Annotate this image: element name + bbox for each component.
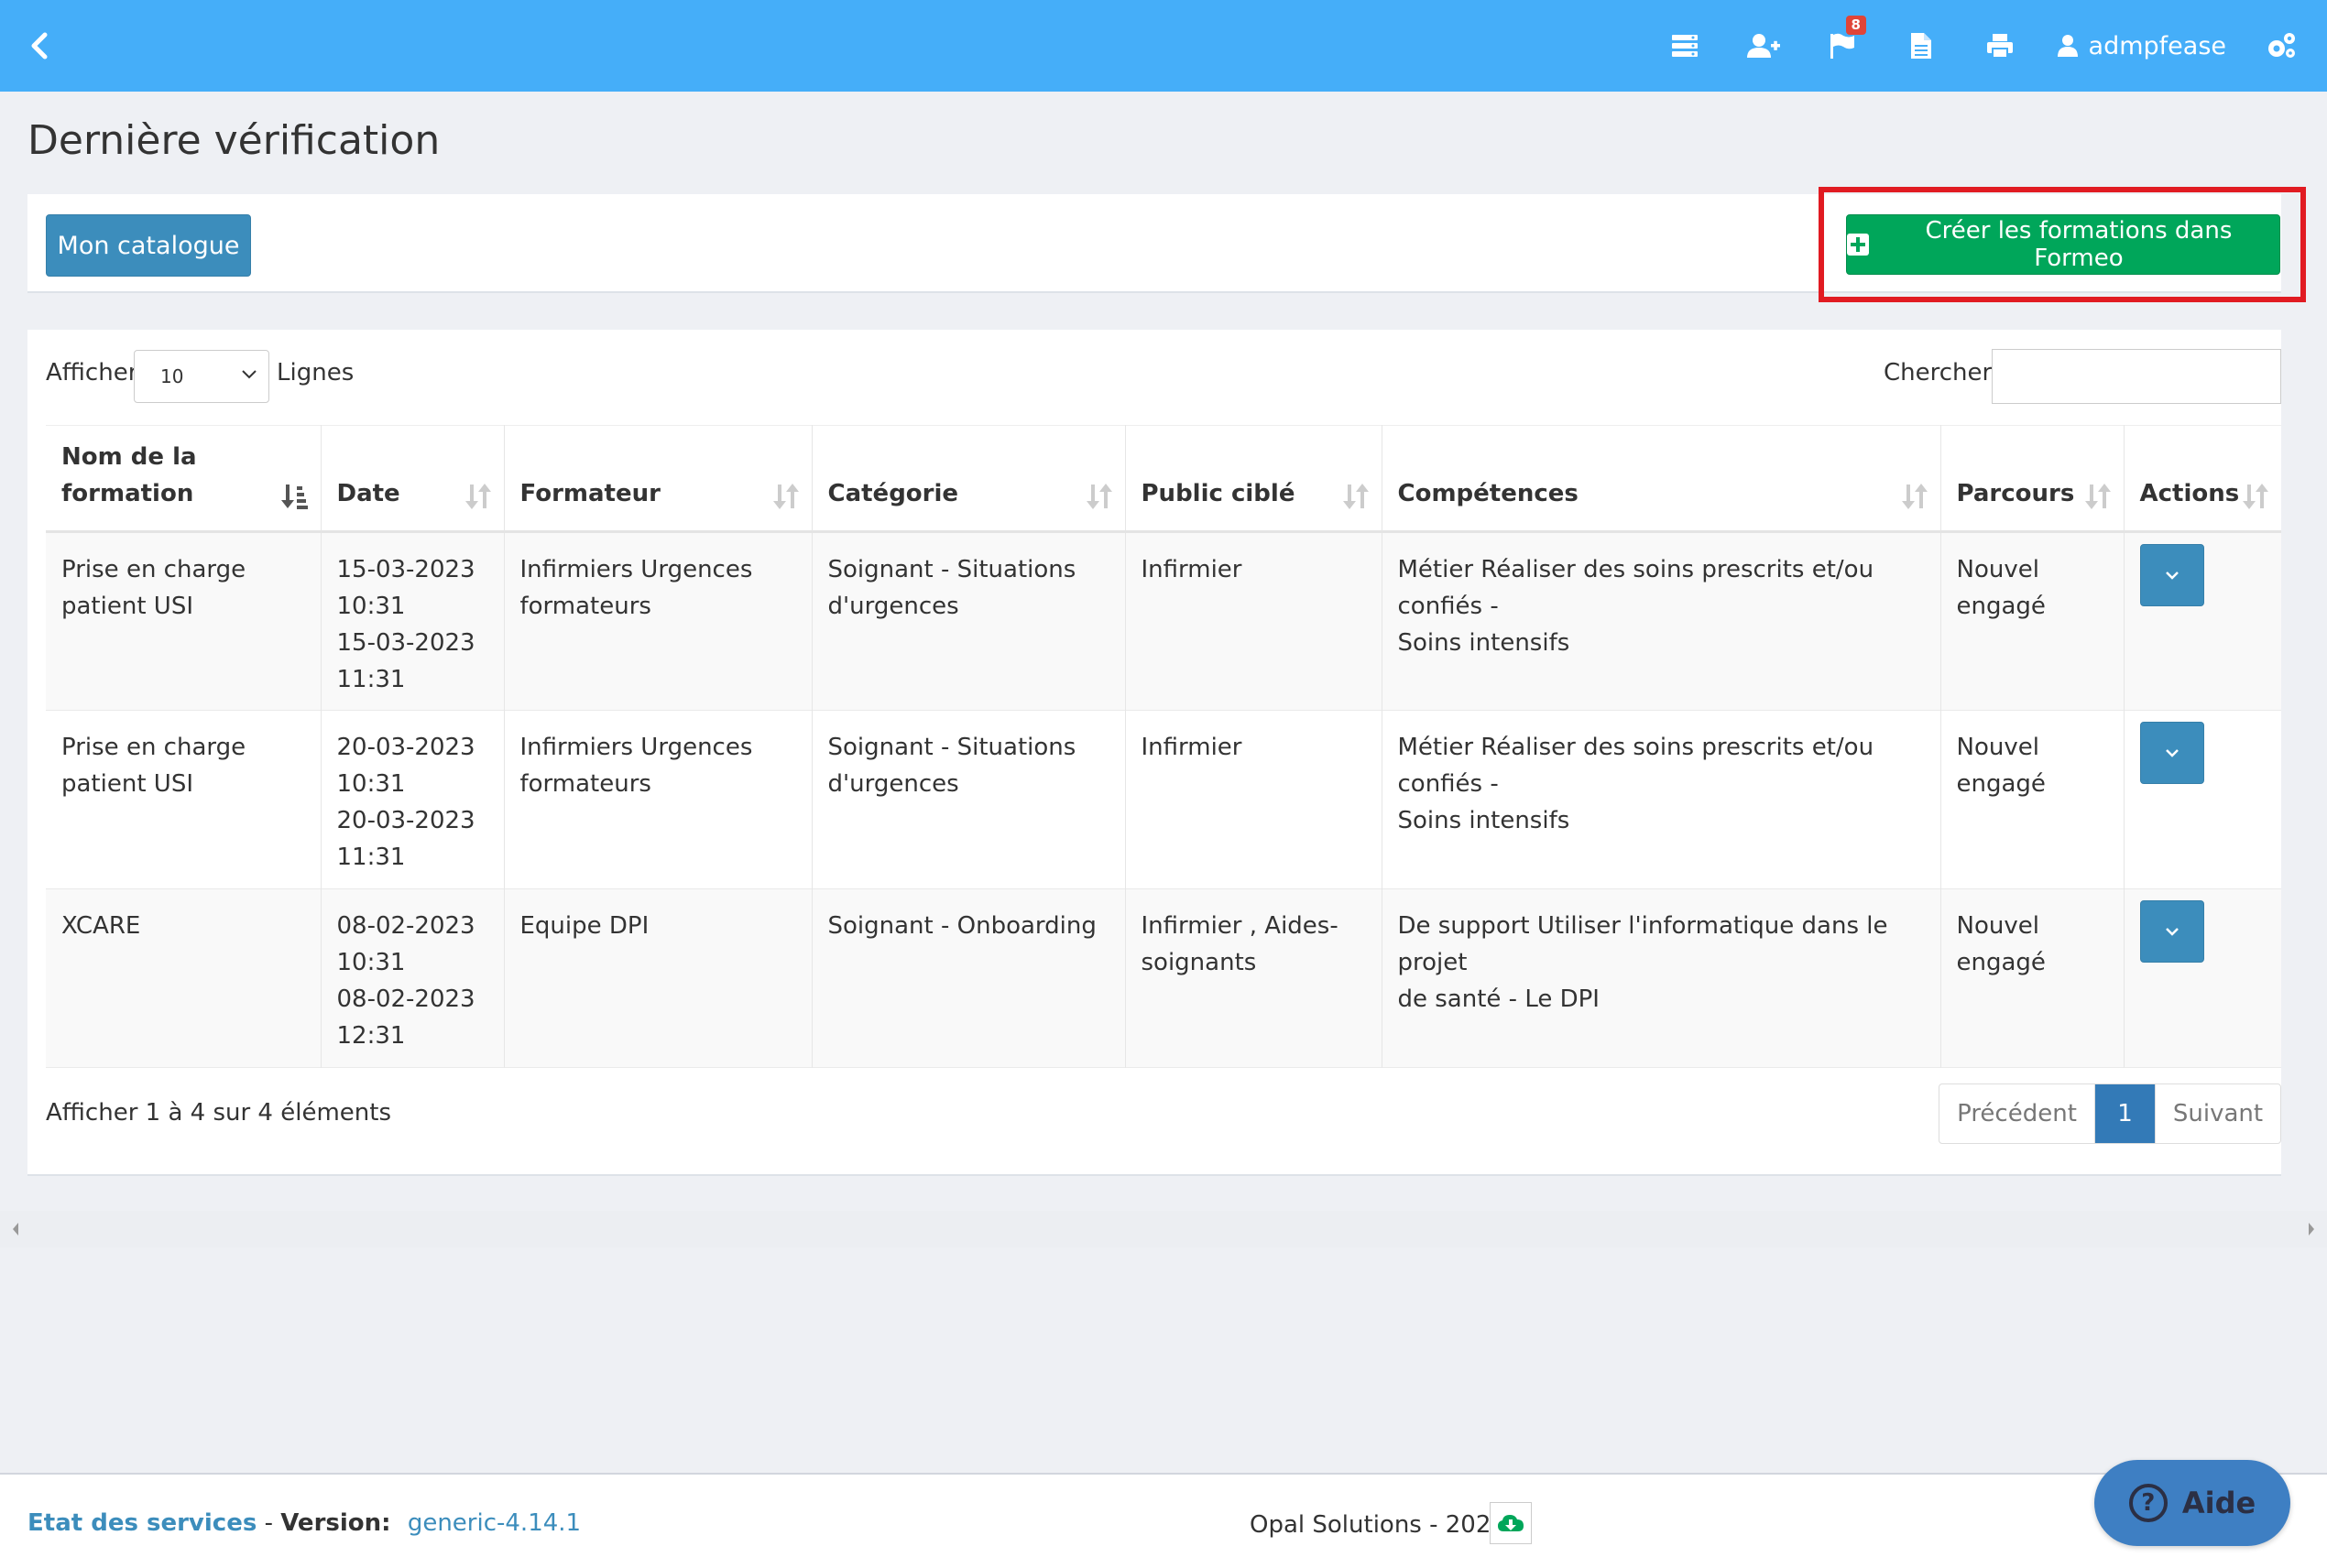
table-info: Afficher 1 à 4 sur 4 éléments (46, 1099, 391, 1127)
cell-path: Nouvel engagé (1940, 710, 2125, 889)
sort-icon (1342, 484, 1369, 509)
flag-icon[interactable]: 8 (1803, 0, 1882, 92)
pagination-previous[interactable]: Précédent (1939, 1084, 2095, 1143)
user-name: admpfease (2088, 31, 2226, 60)
sort-icon (1086, 484, 1112, 509)
user-icon (2057, 35, 2078, 57)
chevron-down-icon (2165, 928, 2179, 936)
cell-skills: Métier Réaliser des soins prescrits et/o… (1382, 531, 1941, 711)
user-menu[interactable]: admpfease (2039, 0, 2254, 92)
cell-trainer: Equipe DPI (504, 888, 813, 1068)
cell-skills: Métier Réaliser des soins prescrits et/o… (1382, 710, 1941, 889)
create-formations-button[interactable]: Créer les formations dans Formeo (1846, 214, 2280, 275)
cell-audience: Infirmier , Aides-soignants (1125, 888, 1382, 1068)
table-row: Prise en charge patient USI 15-03-2023 10:… (46, 531, 2281, 711)
cell-skills: De support Utiliser l'informatique dans … (1382, 888, 1941, 1068)
pagination: Précédent 1 Suivant (1939, 1083, 2281, 1144)
footer-company: Opal Solutions - 2023 (1250, 1511, 1506, 1539)
chevron-down-icon (2165, 749, 2179, 757)
cell-date: 15-03-2023 10:31 15-03-2023 11:31 (321, 531, 505, 711)
chevron-down-icon (242, 370, 257, 379)
cell-path: Nouvel engagé (1940, 531, 2125, 711)
scroll-right-icon[interactable] (2307, 1222, 2316, 1236)
chevron-down-icon (2165, 572, 2179, 580)
cell-audience: Infirmier (1125, 531, 1382, 711)
cell-name: Prise en charge patient USI (46, 710, 322, 889)
column-header-actions[interactable]: Actions (2124, 425, 2281, 533)
version-label: Version: (280, 1509, 391, 1537)
cloud-download-icon[interactable] (1490, 1502, 1532, 1544)
sort-icon (2084, 484, 2111, 509)
cell-path: Nouvel engagé (1940, 888, 2125, 1068)
column-header-skills[interactable]: Compétences (1382, 425, 1941, 533)
cell-category: Soignant - Onboarding (812, 888, 1126, 1068)
column-header-date[interactable]: Date (321, 425, 505, 533)
cell-audience: Infirmier (1125, 710, 1382, 889)
gears-icon[interactable] (2254, 0, 2309, 92)
top-navbar: 8 admpfease (0, 0, 2327, 92)
pagination-next[interactable]: Suivant (2156, 1084, 2280, 1143)
search-input[interactable] (1992, 349, 2281, 404)
cell-date: 08-02-2023 10:31 08-02-2023 12:31 (321, 888, 505, 1068)
create-formations-label: Créer les formations dans Formeo (1925, 217, 2233, 272)
help-label: Aide (2181, 1486, 2256, 1520)
notification-badge: 8 (1845, 16, 1866, 35)
show-label: Afficher (46, 359, 138, 387)
sort-icon (1901, 484, 1928, 509)
chevron-left-icon[interactable] (26, 27, 53, 64)
cell-actions (2124, 532, 2281, 711)
document-icon[interactable] (1882, 0, 1961, 92)
table-row: Prise en charge patient USI 20-03-2023 10:… (46, 710, 2281, 889)
server-icon[interactable] (1645, 0, 1724, 92)
column-header-path[interactable]: Parcours (1940, 425, 2125, 533)
cell-name: Prise en charge patient USI (46, 531, 322, 711)
column-header-category[interactable]: Catégorie (812, 425, 1126, 533)
version-link[interactable]: generic-4.14.1 (408, 1509, 581, 1537)
row-actions-button[interactable] (2139, 900, 2204, 963)
sort-icon (2243, 484, 2268, 509)
sort-asc-icon (280, 485, 308, 509)
scroll-left-icon[interactable] (11, 1222, 20, 1236)
page-title: Dernière vérification (27, 117, 441, 164)
column-header-name[interactable]: Nom de la formation (46, 425, 322, 533)
print-icon[interactable] (1961, 0, 2039, 92)
table-row: XCARE 08-02-2023 10:31 08-02-2023 12:31 Equ… (46, 888, 2281, 1068)
pagination-page-1[interactable]: 1 (2095, 1084, 2156, 1143)
page-length-select[interactable]: 10 (134, 350, 269, 403)
column-header-trainer[interactable]: Formateur (504, 425, 813, 533)
footer-version-info: Etat des services - Version: generic-4.1… (27, 1509, 581, 1537)
page-length-value: 10 (160, 365, 184, 387)
table-header-row: Nom de la formation Date Formateur Catégo… (46, 425, 2281, 533)
sort-icon (772, 484, 799, 509)
cell-category: Soignant - Situations d'urgences (812, 531, 1126, 711)
add-user-icon[interactable] (1724, 0, 1803, 92)
horizontal-scrollbar[interactable] (0, 1211, 2327, 1247)
rows-label: Lignes (277, 359, 355, 387)
cell-actions (2124, 711, 2281, 889)
search-label: Chercher (1884, 359, 1993, 387)
footer: Etat des services - Version: generic-4.1… (0, 1473, 2327, 1568)
my-catalogue-button[interactable]: Mon catalogue (46, 214, 251, 277)
row-actions-button[interactable] (2139, 544, 2204, 606)
cell-date: 20-03-2023 10:31 20-03-2023 11:31 (321, 710, 505, 889)
footer-separator: - (264, 1509, 273, 1537)
column-header-audience[interactable]: Public ciblé (1125, 425, 1382, 533)
cell-trainer: Infirmiers Urgences formateurs (504, 710, 813, 889)
help-button[interactable]: ? Aide (2094, 1460, 2290, 1546)
cell-actions (2124, 889, 2281, 1068)
plus-square-icon (1847, 234, 1869, 256)
row-actions-button[interactable] (2139, 722, 2204, 784)
formations-table: Nom de la formation Date Formateur Catégo… (46, 425, 2281, 1068)
cell-category: Soignant - Situations d'urgences (812, 710, 1126, 889)
navbar-right: 8 admpfease (1645, 0, 2309, 92)
question-circle-icon: ? (2128, 1484, 2168, 1522)
cell-trainer: Infirmiers Urgences formateurs (504, 531, 813, 711)
cell-name: XCARE (46, 888, 322, 1068)
services-status-link[interactable]: Etat des services (27, 1509, 257, 1537)
sort-icon (464, 484, 491, 509)
